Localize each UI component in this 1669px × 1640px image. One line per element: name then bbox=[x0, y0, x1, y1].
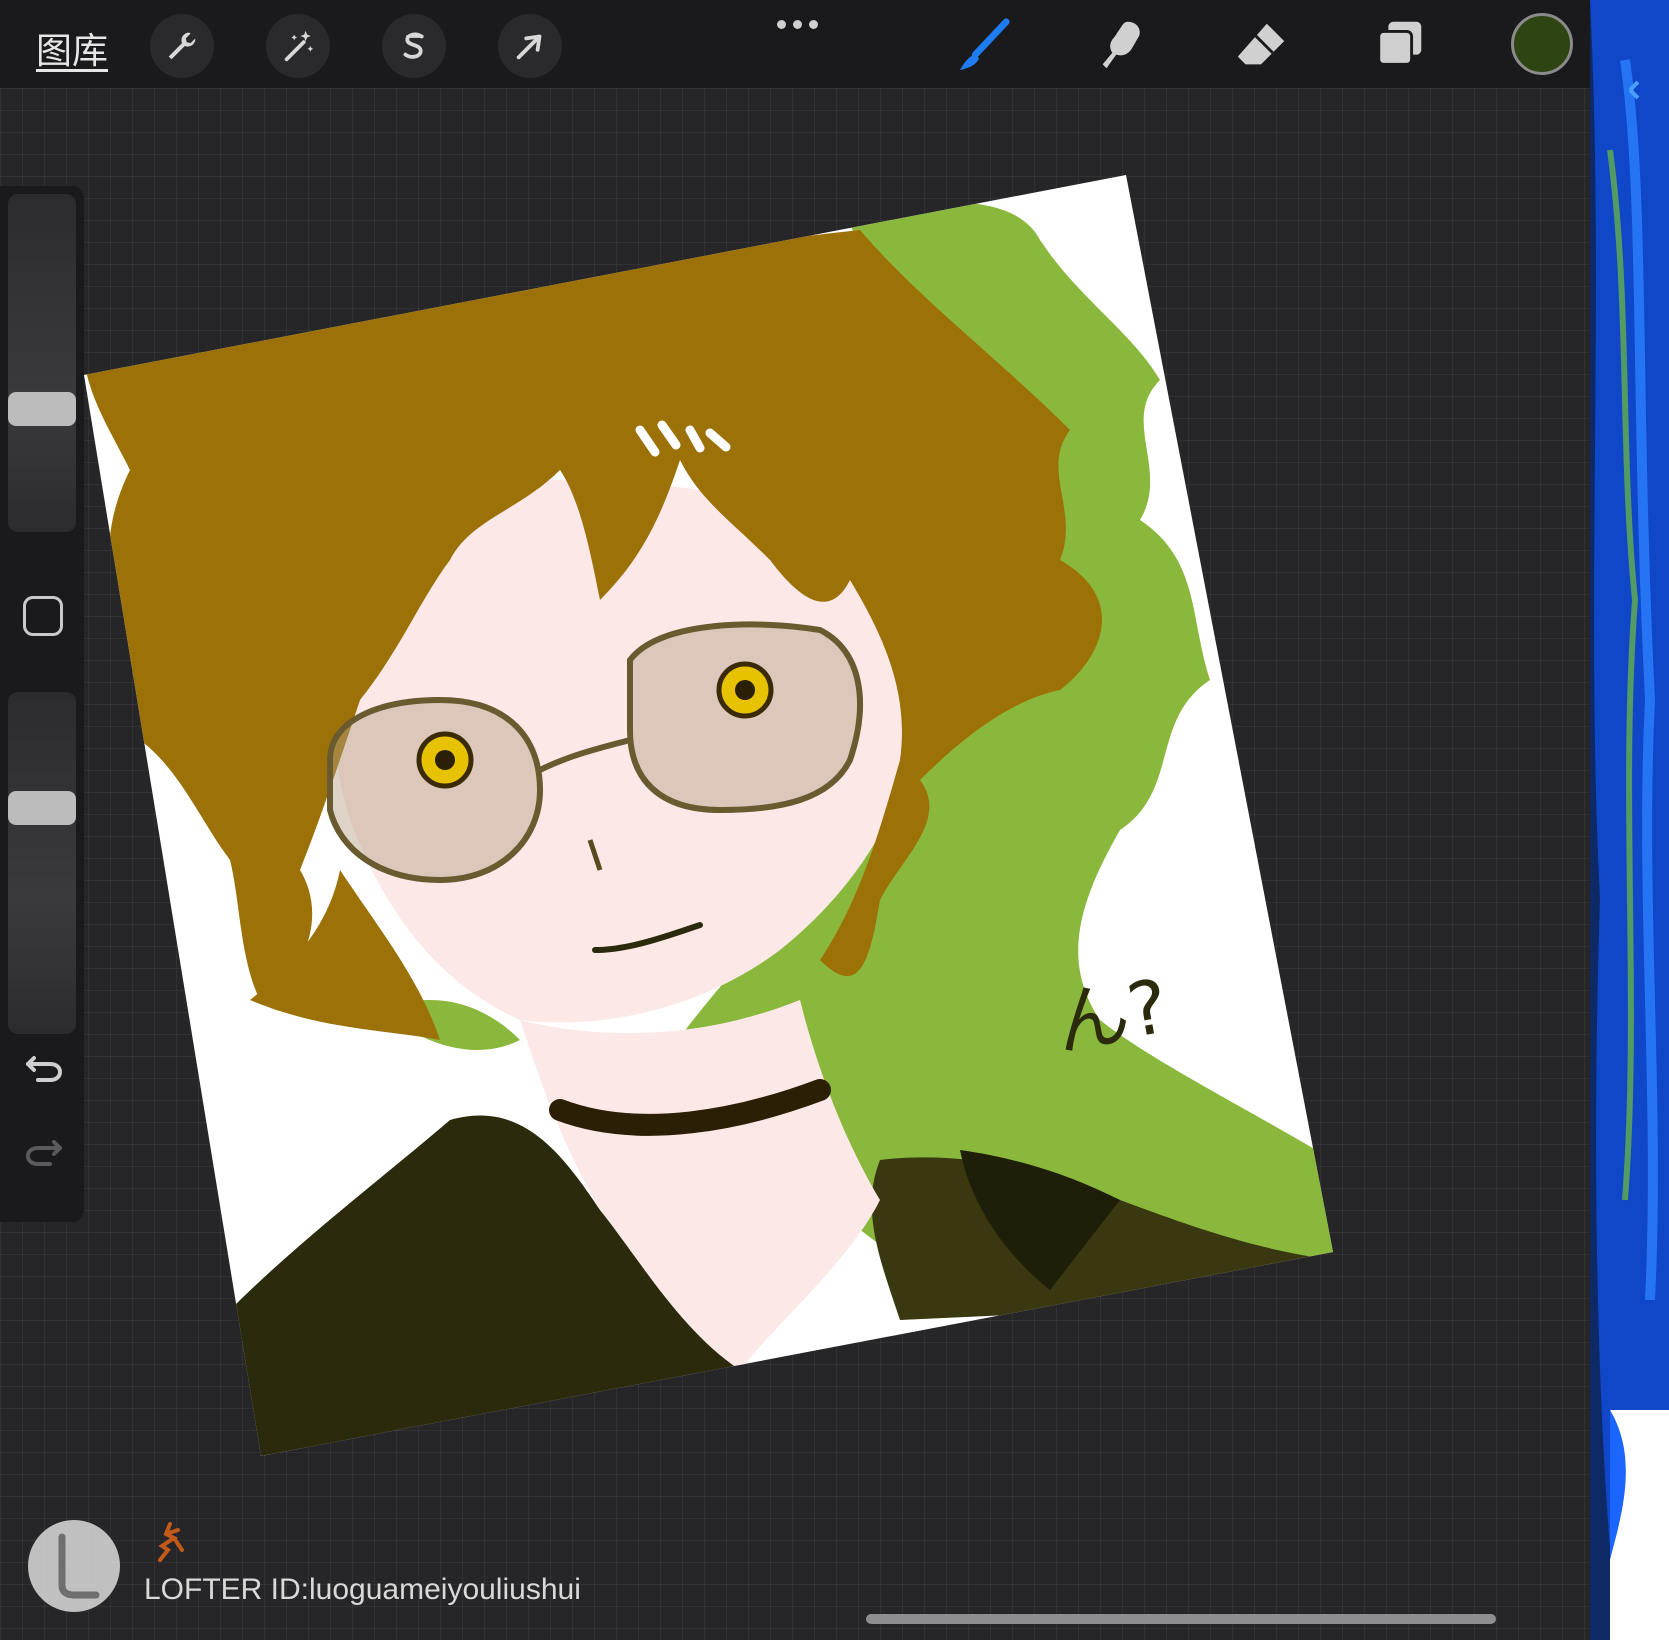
top-toolbar: 图库 bbox=[0, 0, 1590, 88]
brush-size-slider[interactable] bbox=[8, 194, 76, 532]
selection-s-icon bbox=[403, 32, 424, 59]
opacity-slider[interactable] bbox=[8, 692, 76, 1034]
blue-brush-texture bbox=[1590, 0, 1669, 1640]
more-options-button[interactable] bbox=[772, 12, 822, 36]
adjustments-wand-button[interactable] bbox=[266, 14, 330, 78]
brush-tool-button[interactable] bbox=[948, 12, 1018, 78]
redo-icon[interactable] bbox=[22, 1128, 66, 1172]
undo-icon[interactable] bbox=[22, 1044, 66, 1088]
smudge-finger-icon bbox=[1102, 21, 1140, 69]
layers-button[interactable] bbox=[1365, 12, 1435, 78]
stamp-figure-icon bbox=[158, 1522, 184, 1562]
smudge-tool-button[interactable] bbox=[1087, 12, 1157, 78]
eraser-icon bbox=[1237, 23, 1285, 65]
adjacent-image-strip bbox=[1590, 0, 1669, 1640]
actions-wrench-button[interactable] bbox=[150, 14, 214, 78]
lofter-logo-icon bbox=[58, 1533, 100, 1599]
opacity-knob[interactable] bbox=[8, 790, 76, 825]
lofter-logo bbox=[28, 1520, 120, 1612]
eraser-tool-button[interactable] bbox=[1226, 12, 1296, 78]
watermark-text: LOFTER ID:luoguameiyouliushui bbox=[144, 1573, 581, 1606]
magic-wand-icon bbox=[284, 30, 314, 62]
brush-icon bbox=[959, 18, 1010, 71]
transform-button[interactable] bbox=[498, 14, 562, 78]
color-picker-button[interactable] bbox=[1511, 13, 1573, 75]
more-dots-icon bbox=[776, 19, 786, 29]
more-dot bbox=[792, 19, 802, 29]
selection-button[interactable] bbox=[382, 14, 446, 78]
modify-button[interactable] bbox=[23, 596, 63, 636]
home-indicator[interactable] bbox=[866, 1614, 1496, 1624]
layers-icon bbox=[1377, 21, 1422, 66]
wrench-icon bbox=[168, 32, 196, 60]
brush-size-knob[interactable] bbox=[8, 391, 76, 426]
left-sidebar bbox=[0, 186, 84, 1222]
arrow-cursor-icon bbox=[516, 34, 542, 60]
canvas-workspace[interactable] bbox=[0, 0, 1590, 1640]
gallery-button[interactable]: 图库 bbox=[36, 22, 108, 74]
more-dot bbox=[808, 19, 818, 29]
